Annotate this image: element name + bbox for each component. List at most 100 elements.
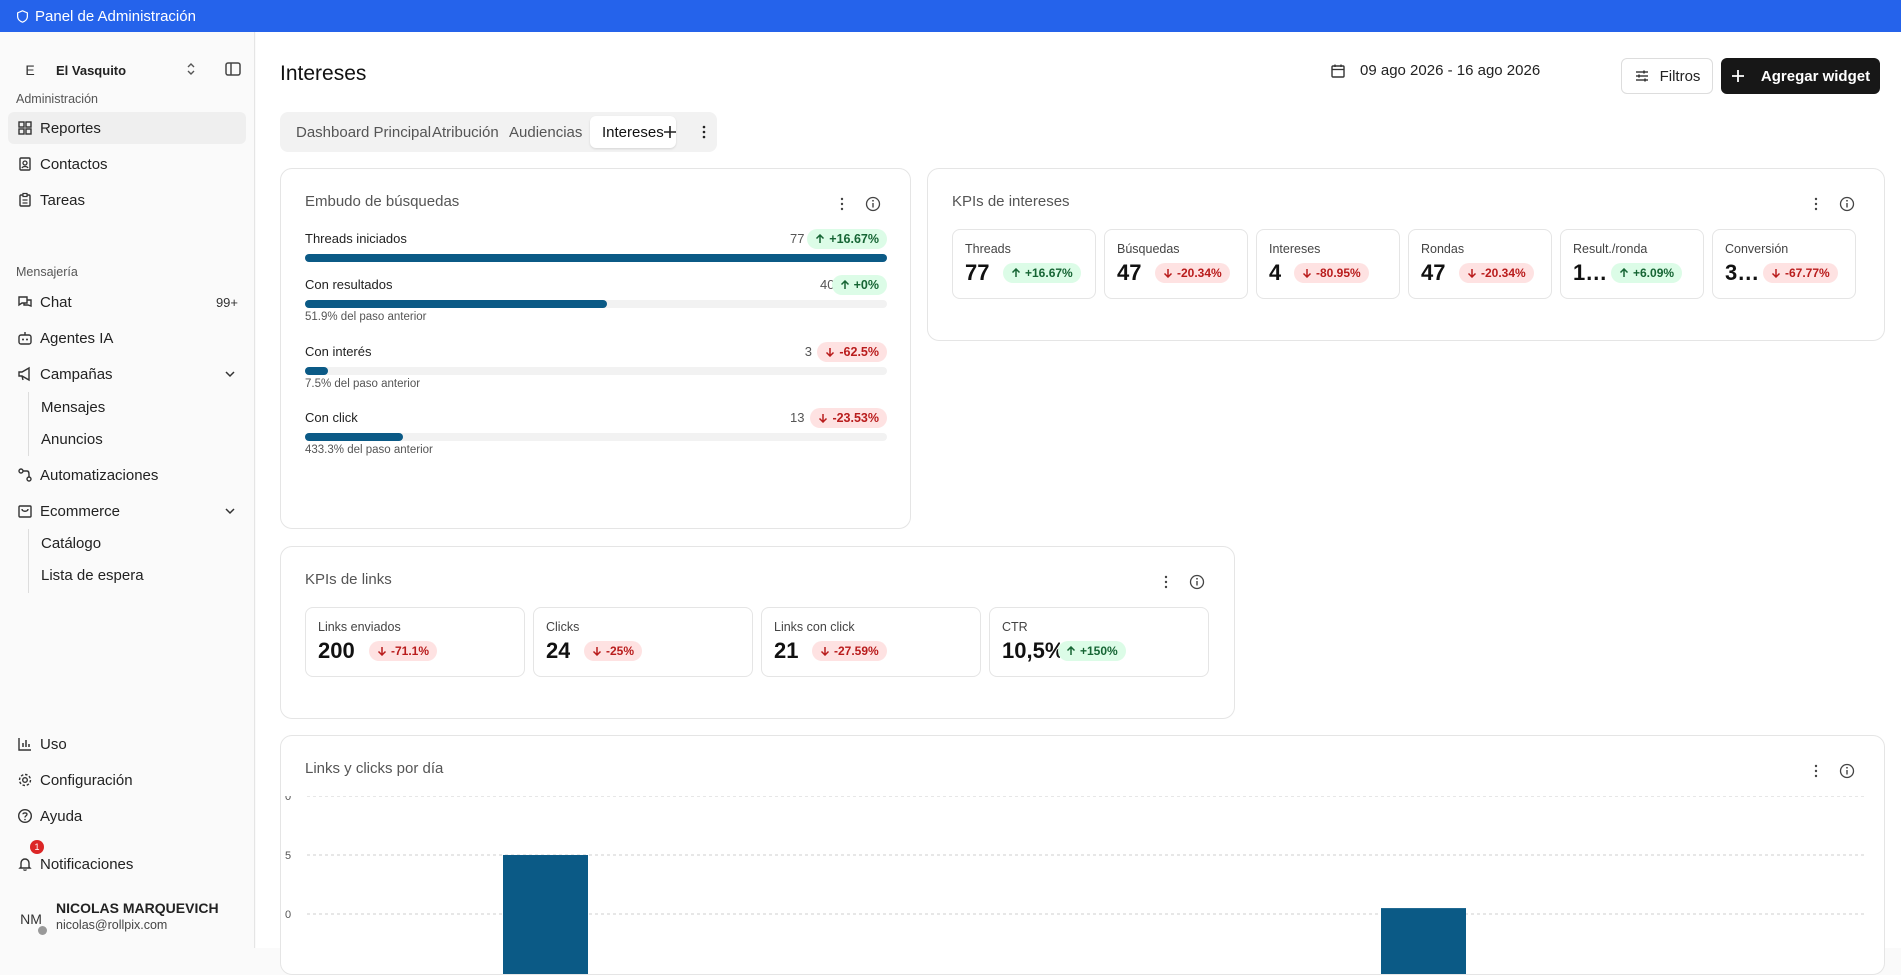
more-vertical-icon[interactable] — [1159, 575, 1173, 589]
more-vertical-icon[interactable] — [835, 197, 849, 211]
arrow-up-icon — [1011, 268, 1021, 278]
change-badge: +16.67% — [807, 229, 887, 249]
chat-count-badge: 99+ — [215, 294, 238, 310]
clipboard-icon — [19, 192, 31, 207]
chevron-down-icon — [225, 508, 235, 515]
filters-button[interactable]: Filtros — [1621, 58, 1713, 94]
kpi-label: Links enviados — [318, 620, 401, 634]
sidebar-item-reportes[interactable]: Reportes — [8, 112, 246, 144]
chart-bar[interactable] — [503, 855, 588, 975]
more-vertical-icon[interactable] — [696, 124, 712, 140]
kpi-tile: Threads 77 +16.67% — [952, 229, 1096, 299]
gear-icon — [18, 773, 32, 787]
sidebar-item-notificaciones[interactable]: 1 Notificaciones — [8, 840, 246, 880]
arrow-down-icon — [1163, 268, 1173, 278]
funnel-row: Con click 13 -23.53% 433.3% del paso anteri… — [305, 408, 887, 456]
sidebar-subitem-lista-espera[interactable]: Lista de espera — [41, 567, 144, 584]
change-value: -20.34% — [1177, 266, 1222, 280]
sidebar-toggle-icon[interactable] — [224, 60, 242, 78]
kpi-tile: Links con click 21 -27.59% — [761, 607, 981, 677]
chat-icon — [18, 296, 32, 307]
funnel-row-value: 3 — [804, 344, 812, 359]
info-icon[interactable] — [865, 196, 881, 212]
change-value: -67.77% — [1785, 266, 1830, 280]
workspace-switcher[interactable]: E El Vasquito — [16, 52, 246, 88]
info-icon[interactable] — [1839, 763, 1855, 779]
change-badge: -20.34% — [1459, 263, 1534, 283]
funnel-row-label: Con click — [305, 410, 358, 425]
change-value: +150% — [1080, 644, 1118, 658]
arrow-down-icon — [1302, 268, 1312, 278]
kpi-tile: Conversión 3… -67.77% — [1712, 229, 1856, 299]
submenu-rail — [28, 529, 29, 593]
filters-label: Filtros — [1659, 67, 1701, 85]
user-name: NICOLAS MARQUEVICH — [56, 900, 219, 916]
change-value: +16.67% — [829, 232, 879, 246]
kpi-label: Conversión — [1725, 242, 1789, 256]
card-title: KPIs de intereses — [952, 193, 1070, 210]
kpi-value: 3… — [1725, 260, 1760, 285]
sidebar-item-label: Reportes — [40, 119, 101, 137]
sidebar-item-tareas[interactable]: Tareas — [8, 184, 246, 216]
kpi-value: 10,5% — [1002, 638, 1060, 663]
progress-fill — [305, 254, 887, 262]
arrow-down-icon — [592, 646, 602, 656]
card-title: Links y clicks por día — [305, 760, 444, 777]
sidebar-item-chat[interactable]: Chat 99+ — [8, 286, 246, 318]
add-tab-icon[interactable] — [662, 124, 678, 140]
change-value: -27.59% — [834, 644, 879, 658]
sidebar-item-configuracion[interactable]: Configuración — [8, 764, 246, 796]
sidebar-item-contactos[interactable]: Contactos — [8, 148, 246, 180]
bot-icon — [18, 332, 32, 345]
sidebar-item-label: Tareas — [40, 191, 86, 209]
arrow-down-icon — [1771, 268, 1781, 278]
sliders-icon — [1635, 70, 1648, 82]
arrow-up-icon — [840, 280, 850, 290]
sidebar-item-ecommerce[interactable]: Ecommerce — [8, 495, 246, 527]
more-vertical-icon[interactable] — [1809, 197, 1823, 211]
tab-audiencias[interactable]: Audiencias — [497, 116, 594, 148]
sidebar-item-campanas[interactable]: Campañas — [8, 358, 246, 390]
kpi-value: 47 — [1117, 260, 1142, 285]
arrow-down-icon — [818, 413, 828, 423]
sidebar-item-ayuda[interactable]: Ayuda — [8, 800, 246, 832]
sidebar-item-label: Campañas — [40, 365, 113, 383]
grid-icon — [18, 121, 32, 135]
plus-icon — [1731, 70, 1744, 82]
user-email: nicolas@rollpix.com — [56, 918, 168, 932]
funnel-row-note: 51.9% del paso anterior — [305, 311, 427, 323]
kpi-intereses-card: KPIs de intereses Threads 77 +16.67% Búsque… — [927, 168, 1885, 341]
card-title: KPIs de links — [305, 571, 392, 588]
y-tick-label: 5 — [285, 850, 291, 862]
workflow-icon — [18, 468, 32, 482]
sidebar-item-automatizaciones[interactable]: Automatizaciones — [8, 459, 246, 491]
kpi-value: 47 — [1421, 260, 1446, 285]
add-widget-button[interactable]: Agregar widget — [1721, 58, 1880, 94]
sidebar-subitem-mensajes[interactable]: Mensajes — [41, 399, 105, 416]
links-clicks-chart-card: Links y clicks por día 0 5 0 — [280, 735, 1885, 975]
status-dot — [38, 926, 47, 935]
sidebar-item-label: Ayuda — [40, 807, 83, 825]
sidebar-subitem-anuncios[interactable]: Anuncios — [41, 431, 103, 448]
more-vertical-icon[interactable] — [1809, 764, 1823, 778]
kpi-label: Threads — [965, 242, 1011, 256]
info-icon[interactable] — [1839, 196, 1855, 212]
progress-track — [305, 367, 887, 375]
change-value: +0% — [853, 278, 879, 292]
sidebar-item-uso[interactable]: Uso — [8, 728, 246, 760]
dashboard-tabs: Dashboard Principal Atribución Audiencia… — [280, 112, 717, 152]
funnel-row-label: Con resultados — [305, 277, 393, 292]
arrow-down-icon — [1467, 268, 1477, 278]
sidebar-subitem-catalogo[interactable]: Catálogo — [41, 535, 101, 552]
sidebar-item-agentes[interactable]: Agentes IA — [8, 322, 246, 354]
change-badge: -27.59% — [812, 641, 887, 661]
date-range-picker[interactable]: 09 ago 2026 - 16 ago 2026 — [1330, 62, 1540, 79]
progress-fill — [305, 433, 404, 441]
chart-bar[interactable] — [1381, 908, 1466, 975]
info-icon[interactable] — [1189, 574, 1205, 590]
bar-chart-icon — [18, 738, 31, 751]
user-profile[interactable]: NM NICOLAS MARQUEVICH nicolas@rollpix.co… — [16, 896, 246, 940]
bell-icon — [18, 858, 32, 871]
arrow-up-icon — [815, 234, 825, 244]
change-value: -25% — [606, 644, 635, 658]
